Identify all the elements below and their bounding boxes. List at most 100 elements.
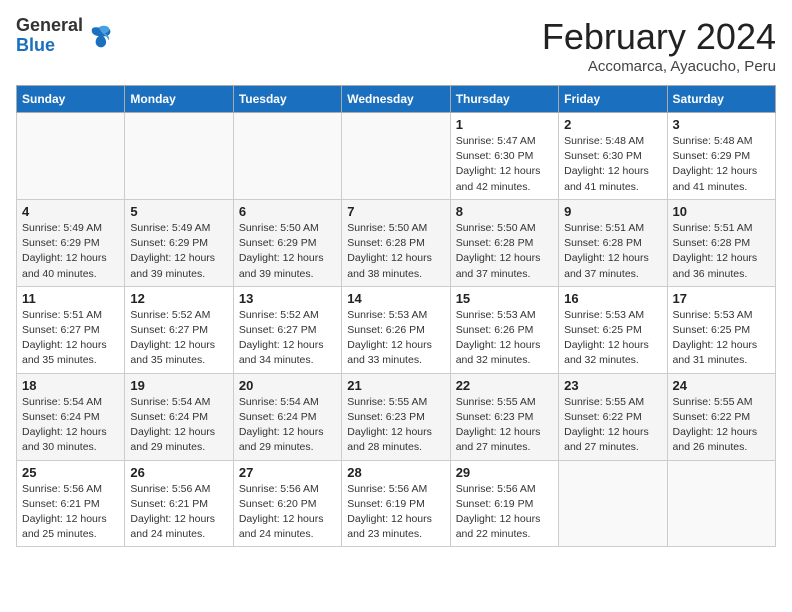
calendar-cell: 22Sunrise: 5:55 AMSunset: 6:23 PMDayligh… [450, 373, 558, 460]
day-info: Sunrise: 5:49 AMSunset: 6:29 PMDaylight:… [22, 221, 119, 282]
calendar-cell: 8 Sunrise: 5:50 AMSunset: 6:28 PMDaylight… [450, 199, 558, 286]
header-thursday: Thursday [450, 86, 558, 113]
day-info: Sunrise: 5:54 AMSunset: 6:24 PMDaylight:… [22, 395, 119, 456]
day-number: 20 [239, 378, 336, 393]
day-number: 27 [239, 465, 336, 480]
day-info: Sunrise: 5:50 AMSunset: 6:28 PMDaylight:… [456, 221, 553, 282]
day-number: 1 [456, 117, 553, 132]
day-number: 8 [456, 204, 553, 219]
day-info: Sunrise: 5:47 AMSunset: 6:30 PMDaylight:… [456, 134, 553, 195]
day-info: Sunrise: 5:51 AMSunset: 6:28 PMDaylight:… [673, 221, 770, 282]
calendar-cell: 24 Sunrise: 5:55 AMSunset: 6:22 PMDayligh… [667, 373, 775, 460]
logo: General Blue [16, 16, 113, 56]
day-info: Sunrise: 5:49 AMSunset: 6:29 PMDaylight:… [130, 221, 227, 282]
day-info: Sunrise: 5:56 AMSunset: 6:19 PMDaylight:… [347, 482, 444, 543]
day-number: 5 [130, 204, 227, 219]
day-number: 7 [347, 204, 444, 219]
calendar-cell: 4 Sunrise: 5:49 AMSunset: 6:29 PMDaylight… [17, 199, 125, 286]
logo-bird-icon [85, 22, 113, 50]
month-title: February 2024 [542, 16, 776, 58]
day-number: 15 [456, 291, 553, 306]
calendar-cell: 28 Sunrise: 5:56 AMSunset: 6:19 PMDayligh… [342, 460, 450, 547]
calendar-cell: 15 Sunrise: 5:53 AMSunset: 6:26 PMDayligh… [450, 286, 558, 373]
calendar-cell: 29 Sunrise: 5:56 AMSunset: 6:19 PMDayligh… [450, 460, 558, 547]
day-info: Sunrise: 5:56 AMSunset: 6:20 PMDaylight:… [239, 482, 336, 543]
day-number: 29 [456, 465, 553, 480]
calendar-cell: 2 Sunrise: 5:48 AMSunset: 6:30 PMDaylight… [559, 113, 667, 200]
day-info: Sunrise: 5:55 AMSunset: 6:22 PMDaylight:… [564, 395, 661, 456]
calendar-cell: 11 Sunrise: 5:51 AMSunset: 6:27 PMDayligh… [17, 286, 125, 373]
calendar-cell [667, 460, 775, 547]
day-number: 12 [130, 291, 227, 306]
calendar-cell: 21 Sunrise: 5:55 AMSunset: 6:23 PMDayligh… [342, 373, 450, 460]
day-number: 19 [130, 378, 227, 393]
day-info: Sunrise: 5:51 AMSunset: 6:28 PMDaylight:… [564, 221, 661, 282]
title-block: February 2024 Accomarca, Ayacucho, Peru [542, 16, 776, 75]
calendar-cell: 26 Sunrise: 5:56 AMSunset: 6:21 PMDayligh… [125, 460, 233, 547]
day-number: 28 [347, 465, 444, 480]
day-number: 26 [130, 465, 227, 480]
day-info: Sunrise: 5:53 AMSunset: 6:26 PMDaylight:… [347, 308, 444, 369]
day-info: Sunrise: 5:48 AMSunset: 6:29 PMDaylight:… [673, 134, 770, 195]
calendar-cell [342, 113, 450, 200]
day-number: 22 [456, 378, 553, 393]
day-number: 2 [564, 117, 661, 132]
day-number: 6 [239, 204, 336, 219]
header-saturday: Saturday [667, 86, 775, 113]
header-monday: Monday [125, 86, 233, 113]
header-friday: Friday [559, 86, 667, 113]
calendar-cell: 14 Sunrise: 5:53 AMSunset: 6:26 PMDayligh… [342, 286, 450, 373]
calendar-cell: 7 Sunrise: 5:50 AMSunset: 6:28 PMDaylight… [342, 199, 450, 286]
day-info: Sunrise: 5:55 AMSunset: 6:22 PMDaylight:… [673, 395, 770, 456]
day-info: Sunrise: 5:48 AMSunset: 6:30 PMDaylight:… [564, 134, 661, 195]
calendar-week-row: 18Sunrise: 5:54 AMSunset: 6:24 PMDayligh… [17, 373, 776, 460]
day-number: 21 [347, 378, 444, 393]
day-info: Sunrise: 5:56 AMSunset: 6:19 PMDaylight:… [456, 482, 553, 543]
calendar-header: SundayMondayTuesdayWednesdayThursdayFrid… [17, 86, 776, 113]
calendar-week-row: 1 Sunrise: 5:47 AMSunset: 6:30 PMDaylight… [17, 113, 776, 200]
day-number: 11 [22, 291, 119, 306]
day-info: Sunrise: 5:54 AMSunset: 6:24 PMDaylight:… [130, 395, 227, 456]
header-wednesday: Wednesday [342, 86, 450, 113]
day-number: 4 [22, 204, 119, 219]
day-info: Sunrise: 5:50 AMSunset: 6:28 PMDaylight:… [347, 221, 444, 282]
calendar-cell: 10 Sunrise: 5:51 AMSunset: 6:28 PMDayligh… [667, 199, 775, 286]
calendar-cell: 9Sunrise: 5:51 AMSunset: 6:28 PMDaylight… [559, 199, 667, 286]
calendar-cell: 12Sunrise: 5:52 AMSunset: 6:27 PMDayligh… [125, 286, 233, 373]
location-text: Accomarca, Ayacucho, Peru [542, 58, 776, 75]
calendar-cell: 19 Sunrise: 5:54 AMSunset: 6:24 PMDayligh… [125, 373, 233, 460]
calendar-cell: 13Sunrise: 5:52 AMSunset: 6:27 PMDayligh… [233, 286, 341, 373]
day-number: 14 [347, 291, 444, 306]
day-number: 13 [239, 291, 336, 306]
header-sunday: Sunday [17, 86, 125, 113]
logo-general-text: General [16, 15, 83, 35]
calendar-cell: 6 Sunrise: 5:50 AMSunset: 6:29 PMDaylight… [233, 199, 341, 286]
day-info: Sunrise: 5:53 AMSunset: 6:25 PMDaylight:… [673, 308, 770, 369]
day-info: Sunrise: 5:53 AMSunset: 6:26 PMDaylight:… [456, 308, 553, 369]
day-number: 17 [673, 291, 770, 306]
calendar-cell [17, 113, 125, 200]
calendar-cell [125, 113, 233, 200]
day-number: 3 [673, 117, 770, 132]
calendar-cell: 1 Sunrise: 5:47 AMSunset: 6:30 PMDaylight… [450, 113, 558, 200]
day-number: 16 [564, 291, 661, 306]
day-info: Sunrise: 5:51 AMSunset: 6:27 PMDaylight:… [22, 308, 119, 369]
day-info: Sunrise: 5:55 AMSunset: 6:23 PMDaylight:… [347, 395, 444, 456]
calendar-cell: 27 Sunrise: 5:56 AMSunset: 6:20 PMDayligh… [233, 460, 341, 547]
day-info: Sunrise: 5:56 AMSunset: 6:21 PMDaylight:… [130, 482, 227, 543]
calendar-cell: 16 Sunrise: 5:53 AMSunset: 6:25 PMDayligh… [559, 286, 667, 373]
header-row: SundayMondayTuesdayWednesdayThursdayFrid… [17, 86, 776, 113]
calendar-cell: 3 Sunrise: 5:48 AMSunset: 6:29 PMDaylight… [667, 113, 775, 200]
logo-blue-text: Blue [16, 35, 55, 55]
day-info: Sunrise: 5:56 AMSunset: 6:21 PMDaylight:… [22, 482, 119, 543]
calendar-cell: 20 Sunrise: 5:54 AMSunset: 6:24 PMDayligh… [233, 373, 341, 460]
page-header: General Blue February 2024 Accomarca, Ay… [16, 16, 776, 75]
day-info: Sunrise: 5:54 AMSunset: 6:24 PMDaylight:… [239, 395, 336, 456]
day-info: Sunrise: 5:50 AMSunset: 6:29 PMDaylight:… [239, 221, 336, 282]
header-tuesday: Tuesday [233, 86, 341, 113]
day-info: Sunrise: 5:53 AMSunset: 6:25 PMDaylight:… [564, 308, 661, 369]
day-number: 24 [673, 378, 770, 393]
calendar-cell: 18Sunrise: 5:54 AMSunset: 6:24 PMDayligh… [17, 373, 125, 460]
calendar-week-row: 4 Sunrise: 5:49 AMSunset: 6:29 PMDaylight… [17, 199, 776, 286]
day-number: 10 [673, 204, 770, 219]
